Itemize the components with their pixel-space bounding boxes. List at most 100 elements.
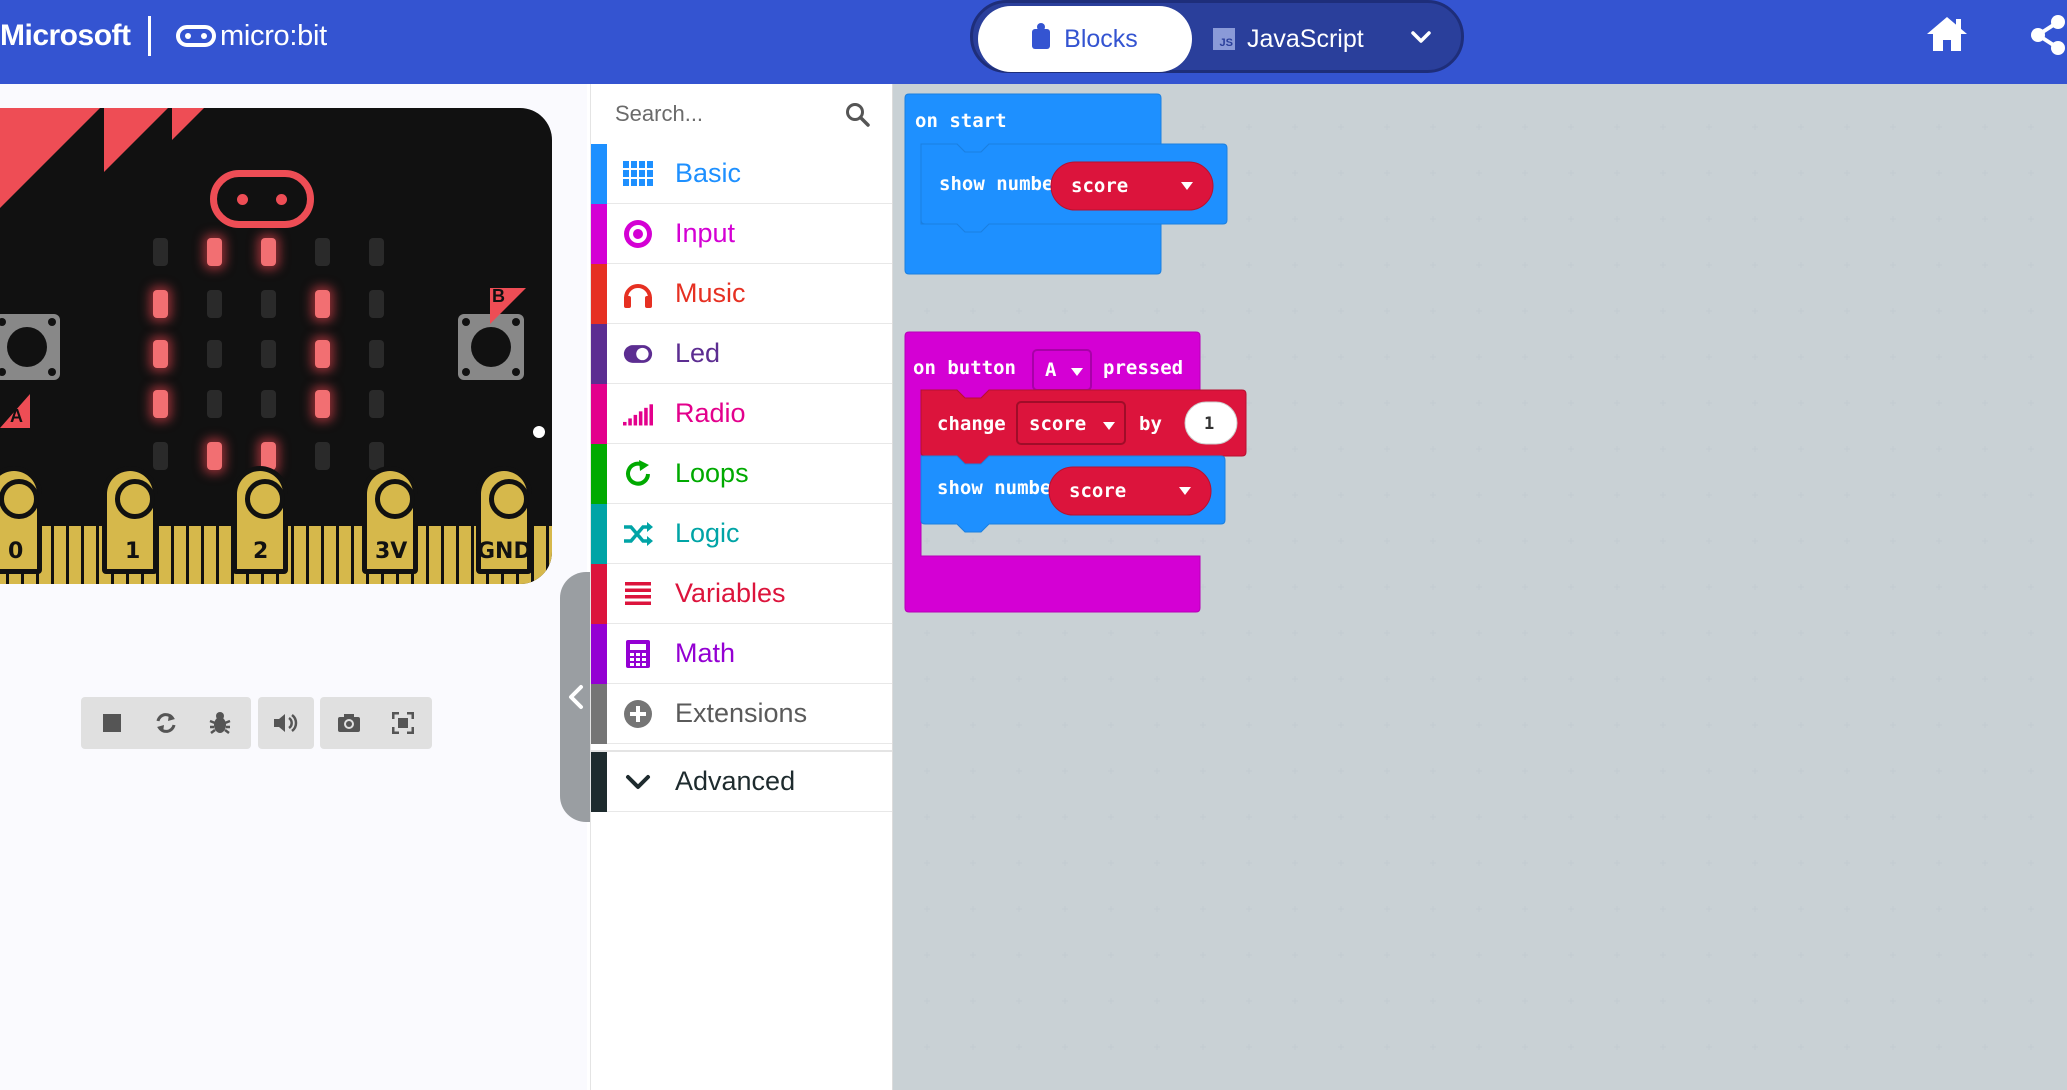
score-variable-value: score [1029, 413, 1086, 435]
tab-blocks[interactable]: Blocks [978, 6, 1192, 72]
category-basic[interactable]: Basic [591, 144, 893, 204]
pin-label: 2 [253, 539, 269, 564]
share-icon[interactable] [2028, 14, 2067, 56]
category-loops[interactable]: Loops [591, 444, 893, 504]
amount-input[interactable]: 1 [1184, 401, 1238, 445]
category-radio[interactable]: Radio [591, 384, 893, 444]
category-label: Extensions [675, 698, 808, 728]
collapse-simulator-button[interactable] [560, 572, 592, 822]
change-label: change [937, 413, 1006, 435]
pin-label: GND [477, 539, 532, 564]
tab-blocks-label: Blocks [1064, 24, 1138, 53]
screenshot-button[interactable] [322, 697, 376, 749]
home-icon[interactable] [1925, 14, 1969, 54]
show-number-block-2[interactable]: show number score [920, 455, 1226, 533]
category-color-bar [591, 564, 607, 624]
amount-value: 1 [1204, 414, 1214, 434]
pin-label: 3V [375, 539, 408, 564]
category-label: Math [675, 638, 736, 668]
led-3-2 [261, 390, 276, 418]
chevron-down-icon [623, 768, 653, 796]
category-label: Basic [675, 158, 742, 188]
shuffle-icon [623, 520, 653, 548]
show-number-label-1: show number [939, 173, 1065, 195]
tab-javascript[interactable]: JS JavaScript [1213, 6, 1364, 72]
tab-javascript-label: JavaScript [1247, 24, 1364, 53]
category-color-bar [591, 264, 607, 324]
category-color-bar [591, 624, 607, 684]
edge-stripe [201, 526, 204, 584]
restart-button[interactable] [139, 697, 193, 749]
button-a-label: A [10, 406, 23, 426]
category-led[interactable]: Led [591, 324, 893, 384]
chevron-down-icon[interactable] [1409, 25, 1433, 49]
top-bar: Microsoft micro:bit Blocks JS JavaScript [0, 0, 2067, 84]
microbit-icon [176, 25, 216, 47]
score-dropdown-1[interactable]: score [1050, 161, 1214, 211]
puzzle-icon [1032, 23, 1051, 49]
category-label: Logic [675, 518, 740, 548]
microbit-logo[interactable]: micro:bit [176, 0, 327, 72]
led-0-3 [315, 238, 330, 266]
restart-icon [156, 713, 176, 733]
edge-stripe [306, 526, 309, 584]
category-math[interactable]: Math [591, 624, 893, 684]
led-1-3 [315, 290, 330, 318]
show-number-label-2: show number [937, 477, 1063, 499]
category-extensions[interactable]: Extensions [591, 684, 893, 744]
edge-stripe [81, 526, 84, 584]
blocks-workspace[interactable]: on start show number score on button A p… [892, 84, 2067, 1090]
workspace-canvas: on start show number score on button A p… [893, 84, 2067, 1090]
led-0-2 [261, 238, 276, 266]
microsoft-logo[interactable]: Microsoft [0, 0, 131, 72]
button-a[interactable] [0, 314, 60, 380]
chevron-left-icon [569, 685, 583, 709]
score-dropdown-2[interactable]: score [1048, 466, 1212, 516]
stop-button[interactable] [85, 697, 139, 749]
editor-mode-toggle: Blocks JS JavaScript [970, 0, 1464, 73]
toolbox: Basic Input Music Led Radio Loops Logic Variabl… [590, 84, 893, 1090]
edge-stripe [171, 526, 174, 584]
edge-stripe [351, 526, 354, 584]
edge-stripe [471, 526, 474, 584]
button-a-dropdown[interactable]: A [1032, 349, 1092, 391]
sim-group-view [320, 697, 432, 749]
led-3-3 [315, 390, 330, 418]
led-1-4 [369, 290, 384, 318]
debug-button[interactable] [193, 697, 247, 749]
led-2-4 [369, 340, 384, 368]
category-advanced[interactable]: Advanced [591, 750, 893, 812]
category-variables[interactable]: Variables [591, 564, 893, 624]
category-color-bar [591, 752, 607, 812]
edge-stripe [426, 526, 429, 584]
category-color-bar [591, 504, 607, 564]
touch-logo[interactable] [210, 170, 314, 228]
edge-stripe [336, 526, 339, 584]
button-a-value: A [1045, 359, 1057, 381]
score-variable-dropdown[interactable]: score [1016, 401, 1126, 445]
led-0-0 [153, 238, 168, 266]
on-start-label: on start [915, 110, 1007, 132]
change-score-block[interactable]: change score by 1 [920, 389, 1247, 465]
category-music[interactable]: Music [591, 264, 893, 324]
category-color-bar [591, 324, 607, 384]
microsoft-logo-text: Microsoft [0, 19, 131, 52]
show-number-block-1[interactable]: show number score [920, 143, 1228, 233]
mute-button[interactable] [259, 697, 313, 749]
edge-stripe [546, 526, 549, 584]
pin-label: 0 [8, 539, 24, 564]
list-lines-icon [623, 580, 653, 608]
microbit-logo-text: micro:bit [220, 19, 327, 52]
sim-group-run [81, 697, 251, 749]
category-input[interactable]: Input [591, 204, 893, 264]
category-logic[interactable]: Logic [591, 504, 893, 564]
brand-divider [148, 16, 151, 56]
mute-icon [274, 714, 298, 732]
toolbox-search [591, 84, 893, 144]
loop-arrow-icon [623, 460, 653, 488]
search-input[interactable] [615, 98, 835, 130]
edge-stripe [321, 526, 324, 584]
category-color-bar [591, 444, 607, 504]
search-icon[interactable] [845, 102, 871, 128]
fullscreen-button[interactable] [376, 697, 430, 749]
